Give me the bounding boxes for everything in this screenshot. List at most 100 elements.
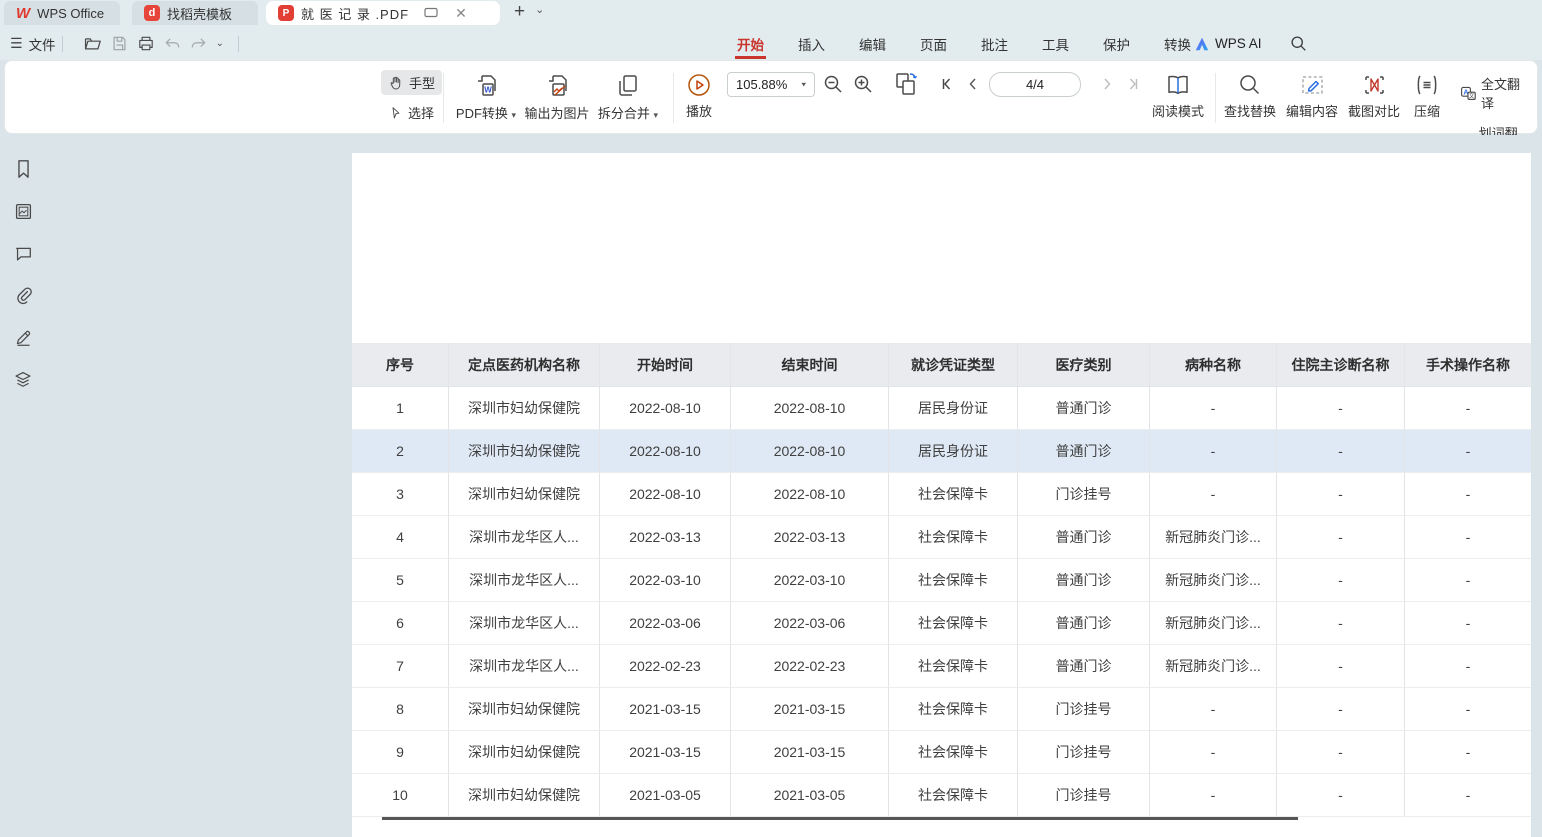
tab-docer-templates[interactable]: d 找稻壳模板 (132, 1, 258, 25)
split-merge-icon (615, 73, 641, 99)
table-cell: 5 (352, 559, 449, 602)
menu-tab-插入[interactable]: 插入 (796, 28, 827, 60)
undo-icon[interactable] (164, 36, 181, 51)
screenshot-compare-icon (1362, 73, 1387, 97)
table-cell: 2022-08-10 (731, 473, 889, 516)
tab-document-pdf[interactable]: P 就 医 记 录 .PDF ✕ (266, 1, 500, 25)
menu-bar: ☰ 文件 ⌄ 开始插入编辑页面批注工具保护转换 (0, 27, 1542, 60)
table-cell: - (1277, 645, 1405, 688)
first-page-icon[interactable] (939, 76, 955, 92)
table-cell: 4 (352, 516, 449, 559)
signature-pen-icon[interactable] (11, 325, 35, 349)
print-icon[interactable] (137, 35, 155, 52)
save-icon[interactable] (111, 35, 128, 52)
table-bottom-border (382, 817, 1298, 820)
hand-tool-button[interactable]: 手型 (381, 70, 442, 95)
table-cell: 门诊挂号 (1018, 688, 1150, 731)
main-menus: 开始插入编辑页面批注工具保护转换 (735, 27, 1193, 60)
search-icon[interactable] (1290, 35, 1307, 52)
full-text-translate-button[interactable]: A文 全文翻译 (1453, 71, 1537, 115)
hamburger-icon[interactable]: ☰ (10, 35, 23, 52)
zoom-in-icon[interactable] (853, 74, 873, 94)
table-header-row: 序号定点医药机构名称开始时间结束时间就诊凭证类型医疗类别病种名称住院主诊断名称手… (352, 343, 1531, 387)
tab-list-chevron-icon[interactable]: ⌄ (535, 3, 544, 16)
table-cell: - (1150, 774, 1277, 817)
hand-icon (388, 75, 404, 91)
tab-wps-home[interactable]: W WPS Office (4, 1, 120, 25)
layers-icon[interactable] (11, 367, 35, 391)
wps-ai-button[interactable]: WPS AI (1194, 36, 1262, 51)
select-tool-button[interactable]: 选择 (381, 100, 441, 125)
table-cell: 深圳市妇幼保健院 (449, 430, 600, 473)
compress-button[interactable]: 压缩 (1407, 73, 1447, 120)
table-cell: 社会保障卡 (889, 602, 1018, 645)
rotate-pages-icon[interactable] (893, 71, 919, 97)
more-actions-chevron-icon[interactable]: ⌄ (216, 38, 224, 49)
table-cell: - (1150, 473, 1277, 516)
table-cell: 8 (352, 688, 449, 731)
attachment-icon[interactable] (11, 283, 35, 307)
menu-tab-转换[interactable]: 转换 (1162, 28, 1193, 60)
export-as-image-button[interactable]: 输出为图片 (521, 73, 593, 122)
chevron-down-icon: ▾ (801, 80, 806, 89)
last-page-icon[interactable] (1125, 76, 1141, 92)
table-cell: 2022-02-23 (600, 645, 731, 688)
table-cell: - (1405, 688, 1531, 731)
open-folder-icon[interactable] (83, 35, 102, 52)
table-cell: - (1405, 645, 1531, 688)
table-cell: 2021-03-15 (731, 688, 889, 731)
file-menu[interactable]: 文件 (29, 34, 56, 54)
table-header-cell: 医疗类别 (1018, 343, 1150, 387)
bookmark-icon[interactable] (11, 157, 35, 181)
document-viewport: 序号定点医药机构名称开始时间结束时间就诊凭证类型医疗类别病种名称住院主诊断名称手… (0, 135, 1542, 837)
zoom-out-icon[interactable] (823, 74, 843, 94)
menu-tab-工具[interactable]: 工具 (1040, 28, 1071, 60)
table-cell: 10 (352, 774, 449, 817)
read-mode-button[interactable]: 阅读模式 (1149, 73, 1207, 120)
table-cell: - (1277, 774, 1405, 817)
pdf-page[interactable]: 序号定点医药机构名称开始时间结束时间就诊凭证类型医疗类别病种名称住院主诊断名称手… (352, 153, 1531, 837)
table-cell: 2022-08-10 (731, 430, 889, 473)
table-cell: 2022-03-10 (600, 559, 731, 602)
pdf-convert-button[interactable]: W PDF转换 ▾ (453, 73, 519, 122)
comments-icon[interactable] (11, 241, 35, 265)
menu-tab-批注[interactable]: 批注 (979, 28, 1010, 60)
screenshot-compare-button[interactable]: 截图对比 (1345, 73, 1403, 120)
next-page-icon[interactable] (1099, 76, 1115, 92)
table-cell: 居民身份证 (889, 430, 1018, 473)
zoom-level-select[interactable]: 105.88% ▾ (727, 72, 815, 97)
table-cell: 社会保障卡 (889, 559, 1018, 602)
table-cell: 深圳市龙华区人... (449, 516, 600, 559)
table-cell: 2022-02-23 (731, 645, 889, 688)
redo-icon[interactable] (190, 36, 207, 51)
float-window-icon[interactable] (424, 7, 438, 19)
table-cell: - (1405, 516, 1531, 559)
table-header-cell: 手术操作名称 (1405, 343, 1531, 387)
page-number-input[interactable]: 4/4 (989, 72, 1081, 97)
table-cell: 社会保障卡 (889, 774, 1018, 817)
table-row: 2深圳市妇幼保健院2022-08-102022-08-10居民身份证普通门诊--… (352, 430, 1531, 473)
menu-tab-编辑[interactable]: 编辑 (857, 28, 888, 60)
edit-content-button[interactable]: 编辑内容 (1283, 73, 1341, 120)
new-tab-button[interactable]: + (514, 1, 525, 23)
table-cell: 2 (352, 430, 449, 473)
previous-page-icon[interactable] (965, 76, 981, 92)
table-cell: - (1150, 688, 1277, 731)
divider (62, 36, 63, 52)
table-row: 7深圳市龙华区人...2022-02-232022-02-23社会保障卡普通门诊… (352, 645, 1531, 688)
split-merge-button[interactable]: 拆分合并 ▾ (595, 73, 661, 122)
menu-tab-保护[interactable]: 保护 (1101, 28, 1132, 60)
close-tab-icon[interactable]: ✕ (455, 5, 467, 22)
menu-tab-开始[interactable]: 开始 (735, 28, 766, 60)
table-cell: 2021-03-15 (731, 731, 889, 774)
cursor-icon (388, 105, 403, 121)
menu-tab-页面[interactable]: 页面 (918, 28, 949, 60)
play-button[interactable]: 播放 (681, 73, 717, 120)
table-cell: 2022-03-10 (731, 559, 889, 602)
table-cell: - (1405, 559, 1531, 602)
thumbnails-icon[interactable] (11, 199, 35, 223)
table-cell: 2022-08-10 (600, 387, 731, 430)
table-header-cell: 序号 (352, 343, 449, 387)
find-replace-button[interactable]: 查找替换 (1221, 73, 1279, 120)
table-cell: 门诊挂号 (1018, 473, 1150, 516)
